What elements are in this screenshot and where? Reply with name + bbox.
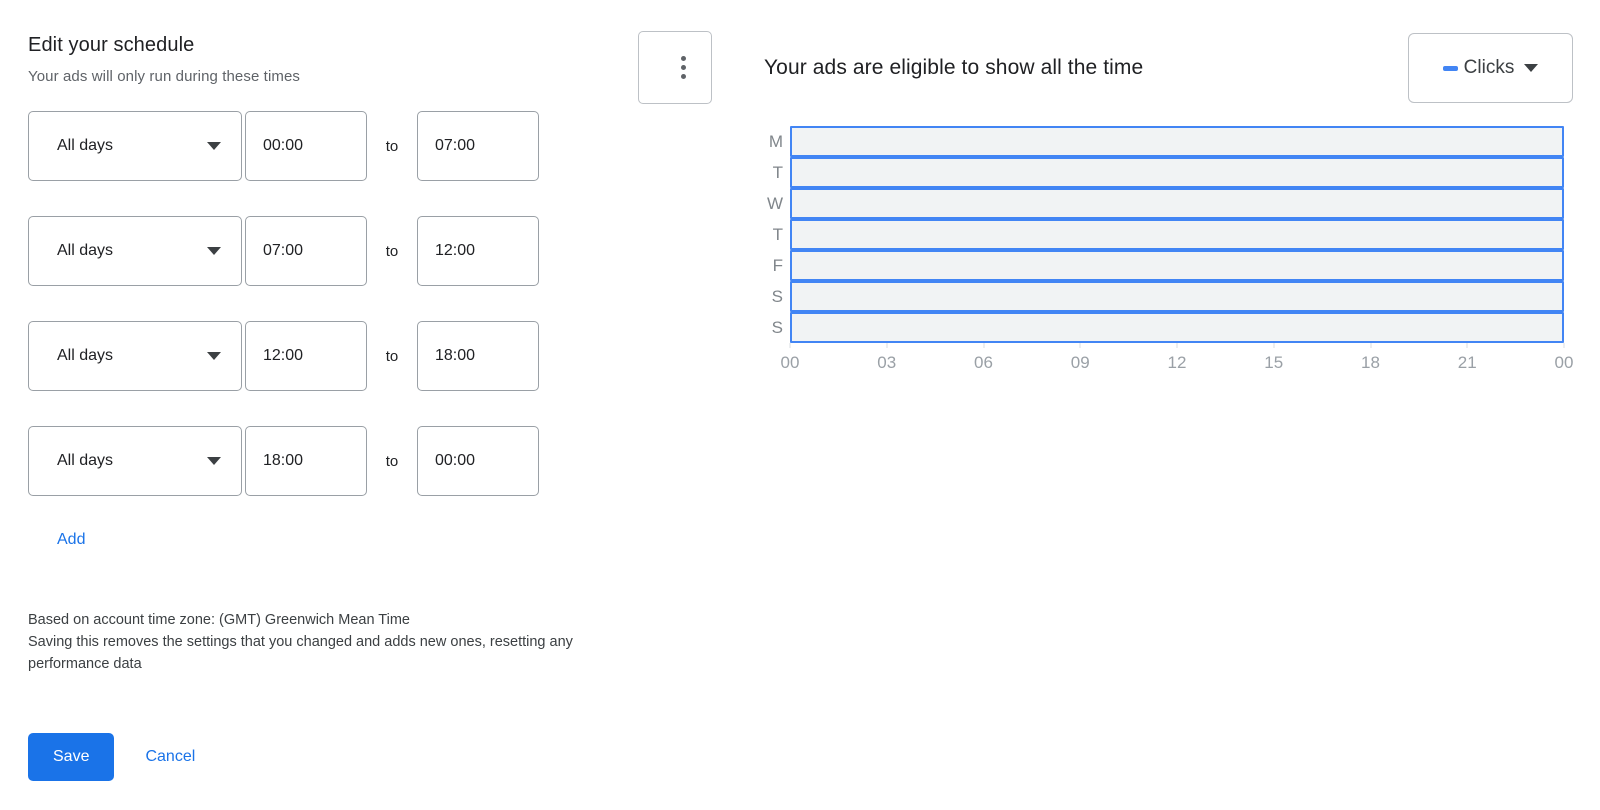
action-bar: Save Cancel bbox=[28, 733, 628, 781]
end-time-input-1[interactable]: 12:00 bbox=[417, 216, 539, 286]
chevron-down-icon bbox=[207, 457, 221, 465]
chart-bar[interactable] bbox=[790, 188, 1564, 219]
chart-y-tick: M bbox=[768, 132, 783, 151]
chart-bars bbox=[790, 126, 1564, 343]
start-time-input-0[interactable]: 00:00 bbox=[245, 111, 367, 181]
start-time-input-2[interactable]: 12:00 bbox=[245, 321, 367, 391]
day-select-1[interactable]: All days bbox=[28, 216, 242, 286]
chevron-down-icon bbox=[1524, 64, 1539, 72]
to-label-0: to bbox=[385, 137, 399, 155]
chart-x-tick-mark bbox=[1370, 343, 1371, 348]
chart-bar-row bbox=[790, 157, 1564, 188]
chart-bar[interactable] bbox=[790, 312, 1564, 343]
schedule-rows-list: All days 00:00 to 07:00 All days 07:00 t… bbox=[28, 111, 628, 496]
chart-y-tick: F bbox=[772, 256, 783, 275]
chart-x-tick-mark bbox=[1273, 343, 1275, 348]
chart-bar-row bbox=[790, 188, 1564, 219]
chart-y-tick: S bbox=[771, 318, 783, 337]
timezone-note-line-1: Based on account time zone: (GMT) Greenw… bbox=[28, 612, 410, 628]
save-button[interactable]: Save bbox=[28, 733, 115, 781]
chart-heading: Your ads are eligible to show all the ti… bbox=[764, 56, 1144, 79]
chart-bar-row bbox=[790, 312, 1564, 343]
day-select-label-2: All days bbox=[57, 347, 114, 364]
chart-x-tick: 00 bbox=[780, 353, 800, 372]
chart-bar[interactable] bbox=[790, 126, 1564, 157]
chart-y-tick: T bbox=[772, 225, 783, 244]
chart-x-tick-mark bbox=[1466, 343, 1468, 348]
chart-x-tick: 15 bbox=[1264, 353, 1284, 372]
to-label-1: to bbox=[385, 242, 399, 260]
schedule-row: All days 18:00 to 00:00 bbox=[28, 426, 628, 496]
day-select-label-3: All days bbox=[57, 452, 114, 469]
day-select-label-1: All days bbox=[57, 242, 114, 259]
end-time-input-0[interactable]: 07:00 bbox=[417, 111, 539, 181]
chart-bar[interactable] bbox=[790, 157, 1564, 188]
chevron-down-icon bbox=[207, 247, 221, 255]
chart-y-axis: MTWTFSS bbox=[764, 126, 790, 343]
schedule-row: All days 07:00 to 12:00 bbox=[28, 216, 628, 286]
chart-y-tick: S bbox=[771, 287, 783, 306]
metric-select-label: Clicks bbox=[1463, 57, 1515, 78]
schedule-coverage-chart: MTWTFSS 00 03 06 09 12 15 18 21 00 bbox=[764, 126, 1573, 377]
cancel-button[interactable]: Cancel bbox=[145, 748, 195, 766]
legend-dash-icon bbox=[1442, 65, 1458, 71]
end-time-input-3[interactable]: 00:00 bbox=[417, 426, 539, 496]
chart-x-tick: 12 bbox=[1167, 353, 1187, 372]
chevron-down-icon bbox=[207, 142, 221, 150]
chart-x-tick-mark bbox=[789, 343, 791, 348]
chart-bar-row bbox=[790, 250, 1564, 281]
edit-schedule-panel: Edit your schedule Your ads will only ru… bbox=[28, 0, 628, 781]
page-subtitle: Your ads will only run during these time… bbox=[28, 68, 301, 85]
chart-x-tick: 06 bbox=[974, 353, 993, 372]
to-label-3: to bbox=[385, 452, 399, 470]
day-select-2[interactable]: All days bbox=[28, 321, 242, 391]
chart-x-tick: 21 bbox=[1457, 353, 1477, 372]
chart-bar-row bbox=[790, 219, 1564, 250]
page-title: Edit your schedule bbox=[28, 34, 195, 56]
chart-x-tick-mark bbox=[1563, 343, 1565, 348]
chart-x-axis: 00 03 06 09 12 15 18 21 00 bbox=[781, 343, 1573, 377]
chart-bar[interactable] bbox=[790, 219, 1564, 250]
start-time-input-1[interactable]: 07:00 bbox=[245, 216, 367, 286]
end-time-input-2[interactable]: 18:00 bbox=[417, 321, 539, 391]
chart-x-tick: 00 bbox=[1554, 353, 1574, 372]
chart-x-tick: 03 bbox=[877, 353, 897, 372]
metric-select[interactable]: Clicks bbox=[1408, 33, 1573, 103]
schedule-row: All days 00:00 to 07:00 bbox=[28, 111, 628, 181]
chart-x-tick-mark bbox=[983, 343, 984, 348]
chart-x-tick-mark bbox=[886, 343, 888, 348]
chart-x-tick: 18 bbox=[1361, 353, 1380, 372]
schedule-editor-page: Edit your schedule Your ads will only ru… bbox=[0, 0, 1600, 810]
chart-y-tick: T bbox=[772, 163, 783, 182]
chart-x-tick-mark bbox=[1079, 343, 1081, 348]
start-time-input-3[interactable]: 18:00 bbox=[245, 426, 367, 496]
add-schedule-button[interactable]: Add bbox=[57, 531, 85, 549]
day-select-3[interactable]: All days bbox=[28, 426, 242, 496]
chevron-down-icon bbox=[207, 352, 221, 360]
day-select-label-0: All days bbox=[57, 137, 114, 154]
timezone-note-line-2: Saving this removes the settings that yo… bbox=[28, 634, 573, 672]
chart-bar-row bbox=[790, 126, 1564, 157]
more-options-button[interactable] bbox=[638, 31, 712, 104]
chart-x-tick: 09 bbox=[1070, 353, 1090, 372]
chart-y-tick: W bbox=[766, 194, 783, 213]
schedule-row: All days 12:00 to 18:00 bbox=[28, 321, 628, 391]
chart-bar[interactable] bbox=[790, 281, 1564, 312]
chart-bar-row bbox=[790, 281, 1564, 312]
chart-bar[interactable] bbox=[790, 250, 1564, 281]
to-label-2: to bbox=[385, 347, 399, 365]
more-vert-icon bbox=[680, 56, 686, 79]
chart-plot-area: MTWTFSS bbox=[764, 126, 1564, 343]
chart-x-tick-mark bbox=[1176, 343, 1178, 348]
day-select-0[interactable]: All days bbox=[28, 111, 242, 181]
timezone-note: Based on account time zone: (GMT) Greenw… bbox=[28, 609, 618, 675]
